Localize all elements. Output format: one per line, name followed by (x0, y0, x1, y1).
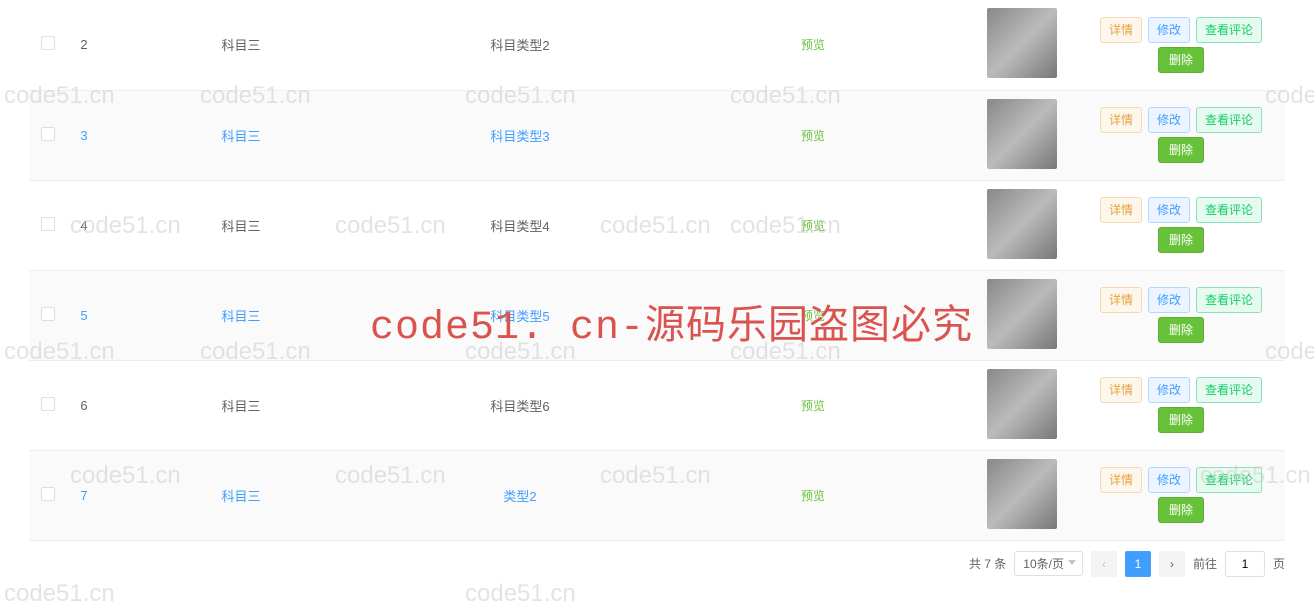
row-checkbox[interactable] (41, 487, 55, 501)
edit-button[interactable]: 修改 (1148, 467, 1190, 493)
detail-button[interactable]: 详情 (1100, 17, 1142, 43)
preview-link[interactable]: 预览 (801, 219, 825, 233)
row-type: 科目类型4 (381, 180, 659, 270)
goto-suffix: 页 (1273, 555, 1285, 572)
delete-button[interactable]: 删除 (1158, 407, 1204, 433)
row-index: 6 (67, 360, 101, 450)
edit-button[interactable]: 修改 (1148, 17, 1190, 43)
row-name: 科目三 (101, 0, 381, 90)
next-page-button[interactable]: › (1159, 551, 1185, 577)
pagination-total: 共 7 条 (969, 555, 1006, 572)
row-name: 科目三 (101, 360, 381, 450)
row-checkbox[interactable] (41, 217, 55, 231)
prev-page-button[interactable]: ‹ (1091, 551, 1117, 577)
preview-link[interactable]: 预览 (801, 38, 825, 52)
row-name: 科目三 (101, 90, 381, 180)
row-checkbox[interactable] (41, 36, 55, 50)
preview-link[interactable]: 预览 (801, 309, 825, 323)
row-type: 科目类型6 (381, 360, 659, 450)
row-thumbnail[interactable] (987, 189, 1057, 259)
row-checkbox[interactable] (41, 307, 55, 321)
row-thumbnail[interactable] (987, 99, 1057, 169)
chevron-right-icon: › (1170, 557, 1174, 571)
table-row: 6科目三科目类型6 预览 详情修改查看评论删除 (29, 360, 1285, 450)
edit-button[interactable]: 修改 (1148, 197, 1190, 223)
detail-button[interactable]: 详情 (1100, 197, 1142, 223)
comments-button[interactable]: 查看评论 (1196, 197, 1262, 223)
row-index: 7 (67, 450, 101, 540)
table-row: 3科目三科目类型3 预览 详情修改查看评论删除 (29, 90, 1285, 180)
row-checkbox[interactable] (41, 127, 55, 141)
delete-button[interactable]: 删除 (1158, 137, 1204, 163)
edit-button[interactable]: 修改 (1148, 287, 1190, 313)
row-checkbox[interactable] (41, 397, 55, 411)
table-row: 7科目三类型2 预览 详情修改查看评论删除 (29, 450, 1285, 540)
comments-button[interactable]: 查看评论 (1196, 377, 1262, 403)
table-row: 4科目三科目类型4 预览 详情修改查看评论删除 (29, 180, 1285, 270)
table-row: 2科目三科目类型2 预览 详情修改查看评论删除 (29, 0, 1285, 90)
chevron-left-icon: ‹ (1102, 557, 1106, 571)
row-thumbnail[interactable] (987, 279, 1057, 349)
pagination-bar: 共 7 条 10条/页 ‹ 1 › 前往 页 (0, 541, 1314, 587)
delete-button[interactable]: 删除 (1158, 317, 1204, 343)
row-thumbnail[interactable] (987, 369, 1057, 439)
row-type: 科目类型2 (381, 0, 659, 90)
delete-button[interactable]: 删除 (1158, 227, 1204, 253)
preview-link[interactable]: 预览 (801, 399, 825, 413)
preview-link[interactable]: 预览 (801, 129, 825, 143)
comments-button[interactable]: 查看评论 (1196, 107, 1262, 133)
detail-button[interactable]: 详情 (1100, 377, 1142, 403)
page-number-button[interactable]: 1 (1125, 551, 1151, 577)
row-index: 4 (67, 180, 101, 270)
delete-button[interactable]: 删除 (1158, 47, 1204, 73)
goto-label: 前往 (1193, 555, 1217, 572)
row-type: 科目类型3 (381, 90, 659, 180)
edit-button[interactable]: 修改 (1148, 377, 1190, 403)
row-name: 科目三 (101, 450, 381, 540)
data-table: 2科目三科目类型2预览详情修改查看评论删除3科目三科目类型3预览详情修改查看评论… (29, 0, 1285, 541)
row-index: 2 (67, 0, 101, 90)
detail-button[interactable]: 详情 (1100, 107, 1142, 133)
comments-button[interactable]: 查看评论 (1196, 467, 1262, 493)
comments-button[interactable]: 查看评论 (1196, 287, 1262, 313)
preview-link[interactable]: 预览 (801, 489, 825, 503)
page-size-select[interactable]: 10条/页 (1014, 551, 1083, 576)
row-thumbnail[interactable] (987, 459, 1057, 529)
row-thumbnail[interactable] (987, 8, 1057, 78)
edit-button[interactable]: 修改 (1148, 107, 1190, 133)
row-index: 5 (67, 270, 101, 360)
row-name: 科目三 (101, 270, 381, 360)
goto-page-input[interactable] (1225, 551, 1265, 577)
row-type: 科目类型5 (381, 270, 659, 360)
detail-button[interactable]: 详情 (1100, 467, 1142, 493)
table-row: 5科目三科目类型5 预览 详情修改查看评论删除 (29, 270, 1285, 360)
detail-button[interactable]: 详情 (1100, 287, 1142, 313)
delete-button[interactable]: 删除 (1158, 497, 1204, 523)
comments-button[interactable]: 查看评论 (1196, 17, 1262, 43)
row-type: 类型2 (381, 450, 659, 540)
row-name: 科目三 (101, 180, 381, 270)
row-index: 3 (67, 90, 101, 180)
